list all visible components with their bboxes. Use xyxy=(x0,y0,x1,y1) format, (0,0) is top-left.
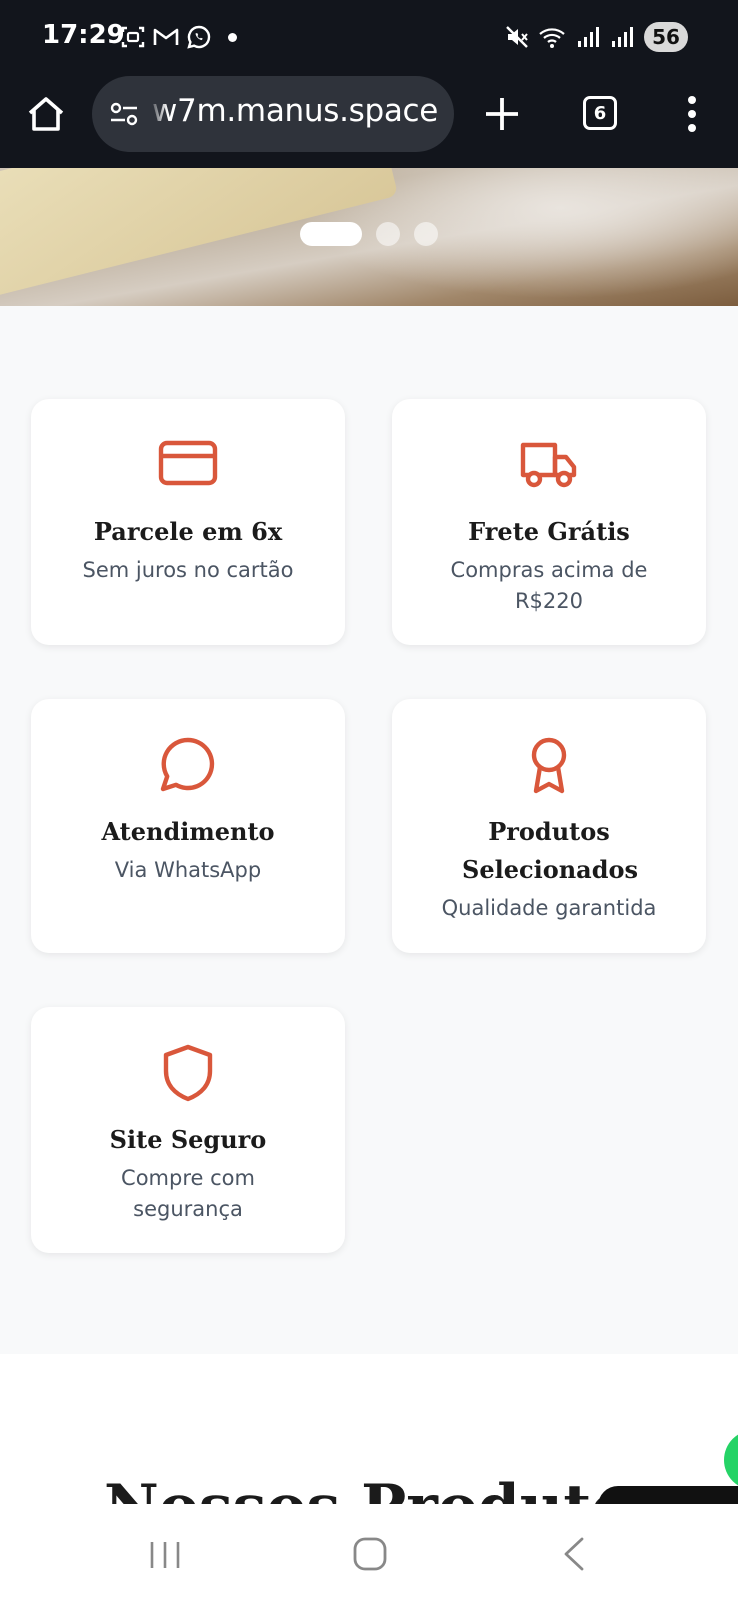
nav-home-icon[interactable] xyxy=(352,1536,388,1572)
hero-carousel[interactable] xyxy=(0,168,738,306)
feature-title: Frete Grátis xyxy=(468,517,630,546)
credit-card-icon xyxy=(158,440,218,486)
feature-subtitle: Compre com segurança xyxy=(121,1166,255,1221)
chat-bubble-icon xyxy=(160,737,215,792)
signal-icon-2 xyxy=(612,27,633,47)
url-text[interactable]: w7m.manus.space xyxy=(152,93,438,129)
feature-card-free-shipping: Frete Grátis Compras acima de R$220 xyxy=(392,399,706,645)
address-bar[interactable]: w7m.manus.space xyxy=(92,76,454,152)
feature-title: Atendimento xyxy=(101,817,275,846)
feature-subtitle: Via WhatsApp xyxy=(114,858,262,882)
feature-card-secure-site: Site Seguro Compre com segurança xyxy=(31,1007,345,1253)
tab-switcher-button[interactable]: 6 xyxy=(583,96,617,130)
award-ribbon-icon xyxy=(531,737,567,794)
whatsapp-icon xyxy=(187,25,211,49)
feature-card-selected-products: Produtos Selecionados Qualidade garantid… xyxy=(392,699,706,953)
home-icon[interactable] xyxy=(24,92,68,136)
status-bar: 17:29 56 xyxy=(0,0,738,76)
floating-chat-badge[interactable] xyxy=(598,1486,738,1504)
url-fade xyxy=(148,76,168,152)
more-options-icon[interactable] xyxy=(680,94,704,134)
feature-title: Site Seguro xyxy=(109,1125,267,1154)
feature-title: Produtos Selecionados xyxy=(462,817,639,884)
status-time: 17:29 xyxy=(42,20,125,50)
new-tab-icon[interactable] xyxy=(482,94,522,134)
wifi-icon xyxy=(539,28,565,48)
browser-chrome: 17:29 56 w7m.manus.space 6 xyxy=(0,0,738,168)
status-system-icons: 56 xyxy=(504,22,688,52)
back-icon[interactable] xyxy=(560,1536,590,1572)
carousel-dot-1[interactable] xyxy=(300,222,362,246)
browser-toolbar: w7m.manus.space 6 xyxy=(0,76,738,168)
gmail-icon xyxy=(153,28,179,45)
mute-icon xyxy=(506,26,528,48)
status-notification-icons xyxy=(120,24,237,50)
carousel-indicators xyxy=(300,222,438,246)
whatsapp-float-button[interactable] xyxy=(724,1430,738,1490)
notification-dot-icon xyxy=(228,32,237,42)
feature-subtitle: Sem juros no cartão xyxy=(82,558,294,582)
feature-subtitle: Qualidade garantida xyxy=(441,896,657,920)
screenshot-icon xyxy=(121,26,145,48)
feature-card-installments: Parcele em 6x Sem juros no cartão xyxy=(31,399,345,645)
shield-icon xyxy=(163,1044,213,1102)
features-section: Parcele em 6x Sem juros no cartão Frete … xyxy=(0,306,738,1354)
feature-title: Parcele em 6x xyxy=(93,517,283,546)
feature-card-support: Atendimento Via WhatsApp xyxy=(31,699,345,953)
battery-indicator: 56 xyxy=(644,22,688,52)
truck-icon xyxy=(520,442,577,488)
products-section: Nossos Produtos xyxy=(0,1354,738,1504)
carousel-dot-2[interactable] xyxy=(376,222,400,246)
recents-icon[interactable] xyxy=(148,1540,182,1570)
site-settings-icon[interactable] xyxy=(108,100,140,128)
page: 17:29 56 w7m.manus.space 6 Parcele em 6x… xyxy=(0,0,738,1600)
system-nav-bar xyxy=(0,1504,738,1600)
feature-subtitle: Compras acima de R$220 xyxy=(450,558,648,613)
carousel-dot-3[interactable] xyxy=(414,222,438,246)
signal-icon xyxy=(578,27,599,47)
products-heading: Nossos Produtos xyxy=(104,1472,665,1504)
